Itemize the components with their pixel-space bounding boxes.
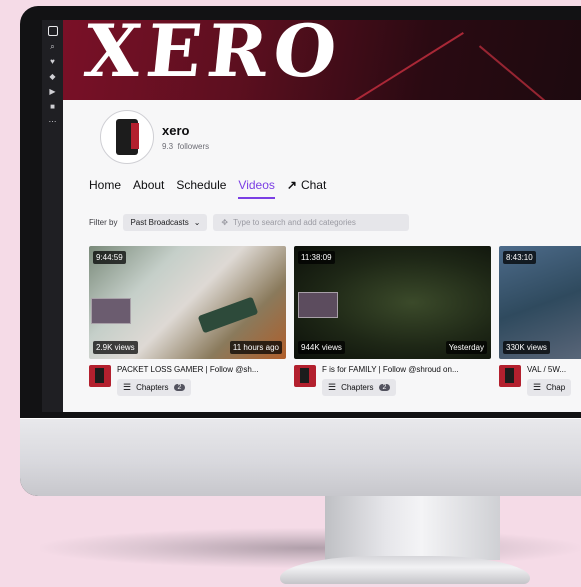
list-icon: ☰ [123, 382, 132, 392]
video-thumbnail[interactable]: 11:38:09 944K views Yesterday [294, 246, 491, 359]
duration-badge: 11:38:09 [298, 251, 335, 264]
channel-name[interactable]: xero [162, 123, 189, 138]
chapters-count: 2 [378, 384, 391, 391]
duration-badge: 8:43:10 [503, 251, 536, 264]
video-meta: F is for FAMILY | Follow @shroud on... ☰… [294, 365, 491, 396]
filter-row: Filter by Past Broadcasts ⌄ ✥ Type to se… [89, 214, 410, 231]
banner-decor-line [344, 32, 464, 100]
views-badge: 2.9K views [93, 341, 138, 354]
tab-about[interactable]: About [133, 178, 164, 199]
search-placeholder: Type to search and add categories [233, 218, 356, 227]
video-grid: 9:44:59 2.9K views 11 hours ago PACKET L… [89, 246, 581, 396]
category-search-input[interactable]: ✥ Type to search and add categories [213, 214, 410, 231]
duration-badge: 9:44:59 [93, 251, 126, 264]
chapters-label: Chap [546, 383, 566, 392]
video-meta: PACKET LOSS GAMER | Follow @sh... ☰ Chap… [89, 365, 286, 396]
categories-search-icon: ✥ [221, 218, 229, 227]
channel-tabs: Home About Schedule Videos ↗ Chat [89, 178, 326, 199]
filter-dropdown[interactable]: Past Broadcasts ⌄ [123, 214, 208, 231]
video-channel-avatar[interactable] [89, 365, 111, 387]
chapters-count: 2 [173, 384, 186, 391]
age-badge: Yesterday [445, 341, 487, 354]
chevron-down-icon: ⌄ [193, 218, 201, 227]
search-icon[interactable]: ⌕ [48, 42, 57, 51]
tab-videos[interactable]: Videos [238, 178, 275, 199]
screen: ⌕ ♥ ◆ ▶ ■ ⋯ XERO xero 9.3 followers Home… [42, 20, 581, 412]
heart-icon[interactable]: ♥ [48, 57, 57, 66]
thumbnail-weapon [197, 296, 259, 334]
chapters-button[interactable]: ☰ Chap [527, 379, 572, 396]
video-card[interactable]: 9:44:59 2.9K views 11 hours ago PACKET L… [89, 246, 286, 396]
banner-title: XERO [80, 20, 347, 93]
chapters-button[interactable]: ☰ Chapters 2 [117, 379, 192, 396]
filter-selected: Past Broadcasts [130, 218, 189, 227]
video-meta: VAL / 5W... ☰ Chap [499, 365, 581, 396]
chapters-label: Chapters [341, 383, 374, 392]
arrow-up-right-icon: ↗ [286, 178, 297, 192]
square-icon[interactable]: ■ [48, 102, 57, 111]
video-thumbnail[interactable]: 8:43:10 330K views [499, 246, 581, 359]
list-icon: ☰ [328, 382, 337, 392]
age-badge: 11 hours ago [229, 341, 282, 354]
banner-decor-line [478, 45, 550, 100]
tab-chat[interactable]: ↗ Chat [287, 178, 326, 199]
tab-chat-label: Chat [300, 178, 327, 192]
filter-label: Filter by [89, 218, 118, 227]
channel-banner: XERO [63, 20, 581, 100]
tab-schedule[interactable]: Schedule [176, 178, 226, 199]
video-card[interactable]: 11:38:09 944K views Yesterday F is for F… [294, 246, 491, 396]
video-icon[interactable]: ▶ [48, 87, 57, 96]
thumbnail-webcam [91, 298, 131, 324]
chapters-label: Chapters [136, 383, 169, 392]
video-title[interactable]: F is for FAMILY | Follow @shroud on... [322, 365, 490, 374]
video-thumbnail[interactable]: 9:44:59 2.9K views 11 hours ago [89, 246, 286, 359]
monitor-chin [20, 418, 581, 496]
tab-home[interactable]: Home [89, 178, 121, 199]
video-title[interactable]: PACKET LOSS GAMER | Follow @sh... [117, 365, 285, 374]
monitor-stand-base [280, 556, 530, 584]
video-channel-avatar[interactable] [294, 365, 316, 387]
thumbnail-webcam [298, 292, 338, 318]
follower-count: 9.3 followers [162, 142, 210, 151]
more-icon[interactable]: ⋯ [48, 117, 57, 126]
side-rail: ⌕ ♥ ◆ ▶ ■ ⋯ [42, 20, 63, 412]
views-badge: 330K views [503, 341, 550, 354]
video-title[interactable]: VAL / 5W... [527, 365, 581, 374]
video-channel-avatar[interactable] [499, 365, 521, 387]
channel-avatar[interactable] [100, 110, 154, 164]
list-icon: ☰ [533, 382, 542, 392]
monitor-stand-neck [325, 496, 500, 560]
chapters-button[interactable]: ☰ Chapters 2 [322, 379, 397, 396]
video-card[interactable]: 8:43:10 330K views VAL / 5W... ☰ Chap [499, 246, 581, 396]
avatar-accent [131, 123, 139, 149]
twitch-logo-icon[interactable] [47, 26, 58, 36]
views-badge: 944K views [298, 341, 345, 354]
diamond-icon[interactable]: ◆ [48, 72, 57, 81]
